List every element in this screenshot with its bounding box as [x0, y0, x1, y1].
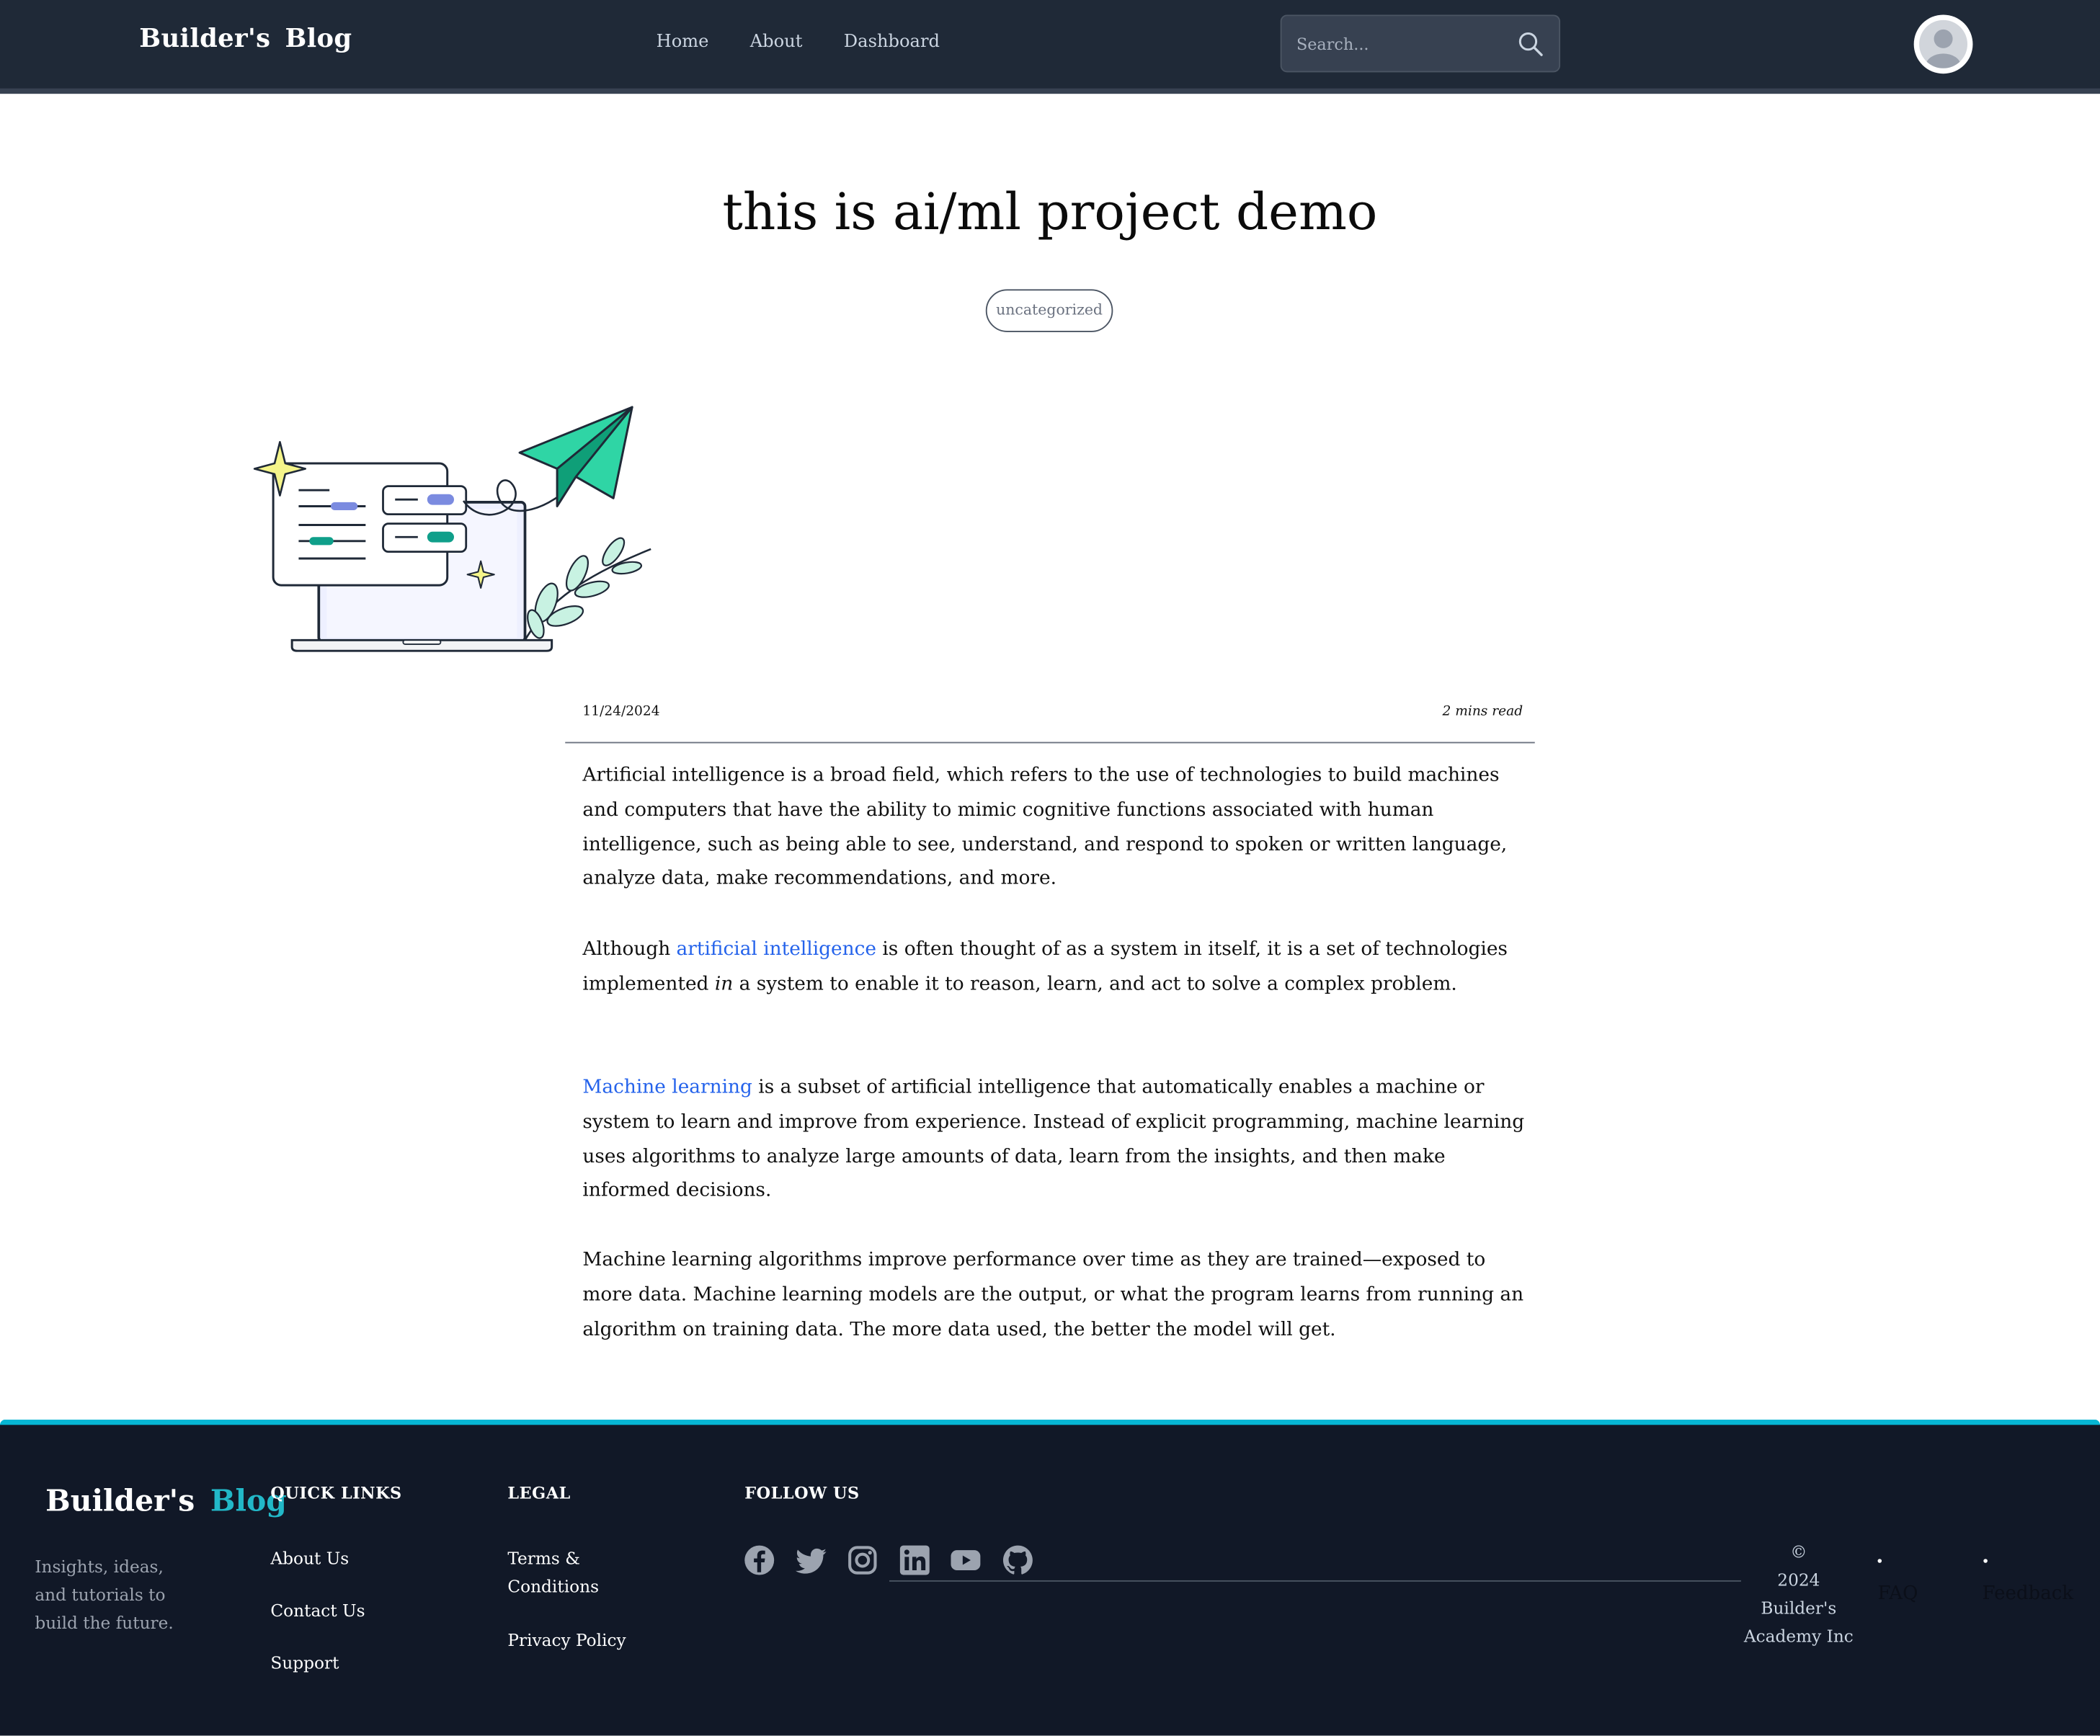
- category-tag[interactable]: uncategorized: [985, 289, 1113, 332]
- instagram-icon[interactable]: [847, 1544, 879, 1577]
- quick-links-heading: QUICK LINKS: [270, 1484, 402, 1503]
- footer-brand-part1: Builder's: [45, 1484, 195, 1519]
- p2-emphasis: in: [714, 973, 734, 995]
- facebook-icon[interactable]: [743, 1544, 775, 1577]
- follow-us-heading: FOLLOW US: [744, 1484, 860, 1503]
- search-box: [1280, 14, 1561, 73]
- footer-tagline: Insights, ideas, and tutorials to build …: [35, 1556, 174, 1633]
- nav-about-link[interactable]: About: [750, 32, 803, 53]
- artificial-intelligence-link[interactable]: artificial intelligence: [677, 939, 876, 961]
- nav-home-link[interactable]: Home: [657, 32, 709, 53]
- copyright: © 2024 Builder's Academy Inc: [1738, 1537, 1859, 1650]
- copyright-text: 2024 Builder's Academy Inc: [1743, 1570, 1854, 1646]
- hero-illustration: [249, 402, 657, 659]
- article-paragraph-4: Machine learning algorithms improve perf…: [582, 1249, 1524, 1340]
- read-time: 2 mins read: [1442, 704, 1523, 719]
- article-paragraph-2: Although artificial intelligence is ofte…: [582, 933, 1526, 1002]
- user-avatar[interactable]: [1913, 14, 1973, 74]
- site-brand[interactable]: Builder's Blog: [139, 24, 352, 53]
- legal-heading: LEGAL: [507, 1484, 571, 1503]
- footer-link-support[interactable]: Support: [270, 1649, 339, 1677]
- article-paragraph-3: Machine learning is a subset of artifici…: [582, 1072, 1526, 1210]
- youtube-icon[interactable]: [950, 1544, 982, 1577]
- list-bullet: [1877, 1559, 1882, 1563]
- machine-learning-link[interactable]: Machine learning: [582, 1077, 752, 1098]
- publish-date: 11/24/2024: [582, 704, 660, 719]
- top-navbar: Builder's Blog Home About Dashboard: [0, 0, 2100, 94]
- copyright-symbol: ©: [1790, 1541, 1807, 1562]
- linkedin-icon[interactable]: [899, 1544, 931, 1577]
- footer-link-privacy[interactable]: Privacy Policy: [507, 1626, 626, 1654]
- footer-brand[interactable]: Builder's Blog: [45, 1484, 287, 1518]
- footer-link-faq[interactable]: FAQ: [1878, 1583, 1918, 1605]
- footer-link-about-us[interactable]: About Us: [270, 1544, 349, 1572]
- p2-text-after: a system to enable it to reason, learn, …: [733, 973, 1457, 995]
- footer-divider: [889, 1580, 1741, 1582]
- github-icon[interactable]: [1002, 1544, 1034, 1577]
- user-icon: [1919, 19, 1968, 68]
- article-paragraph-1: Artificial intelligence is a broad field…: [582, 765, 1508, 890]
- footer-link-contact-us[interactable]: Contact Us: [270, 1596, 365, 1624]
- list-bullet: [1983, 1559, 1988, 1563]
- search-input[interactable]: [1281, 16, 1510, 71]
- meta-divider: [565, 742, 1535, 744]
- search-icon[interactable]: [1518, 31, 1544, 58]
- nav-dashboard-link[interactable]: Dashboard: [844, 32, 940, 53]
- p2-text-before: Although: [582, 938, 677, 961]
- article-title: this is ai/ml project demo: [722, 182, 1378, 241]
- footer-link-terms[interactable]: Terms & Conditions: [507, 1544, 615, 1601]
- twitter-icon[interactable]: [795, 1544, 828, 1577]
- site-footer: Builder's Blog Insights, ideas, and tuto…: [0, 1419, 2100, 1736]
- footer-link-feedback[interactable]: Feedback: [1982, 1583, 2073, 1605]
